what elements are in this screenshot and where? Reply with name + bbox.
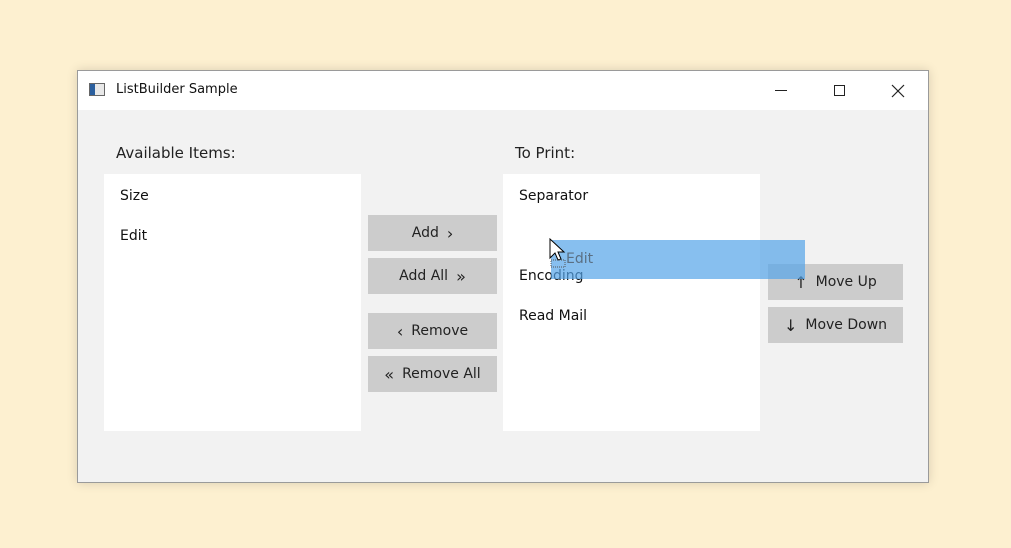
close-button[interactable] [875,71,921,110]
remove-all-button-label: Remove All [402,366,481,382]
list-item[interactable]: Size [120,188,149,204]
move-down-button-label: Move Down [805,317,888,333]
move-down-button[interactable]: ↓ Move Down [768,307,903,343]
mouse-cursor-icon [549,238,566,268]
add-button[interactable]: Add › [368,215,497,251]
to-print-list[interactable]: Separator Encoding Read Mail [503,174,760,431]
title-bar[interactable]: ListBuilder Sample [78,71,928,110]
list-item[interactable]: Edit [120,228,147,244]
to-print-label: To Print: [515,144,576,162]
minimize-icon [775,90,787,91]
move-up-button-label: Move Up [815,274,877,290]
double-chevron-left-icon: « [384,364,395,384]
add-button-label: Add [411,225,439,241]
drag-item-label: Edit [566,251,594,267]
arrow-down-icon: ↓ [783,315,798,335]
remove-button[interactable]: ‹ Remove [368,313,497,349]
app-window-icon [89,83,105,96]
remove-button-label: Remove [411,323,469,339]
add-all-button-label: Add All [399,268,449,284]
list-item[interactable]: Separator [519,188,588,204]
list-item[interactable]: Read Mail [519,308,587,324]
window-title: ListBuilder Sample [116,82,238,97]
add-all-button[interactable]: Add All » [368,258,497,294]
remove-all-button[interactable]: « Remove All [368,356,497,392]
chevron-left-icon: ‹ [396,321,404,341]
available-items-label: Available Items: [116,144,236,162]
maximize-icon [833,85,845,96]
close-icon [891,84,905,97]
chevron-right-icon: › [446,223,454,243]
double-chevron-right-icon: » [456,266,466,286]
maximize-button[interactable] [816,71,862,110]
available-items-list[interactable]: Size Edit [104,174,361,431]
minimize-button[interactable] [758,71,804,110]
listbuilder-window: ListBuilder Sample Available Items: Size… [77,70,929,483]
